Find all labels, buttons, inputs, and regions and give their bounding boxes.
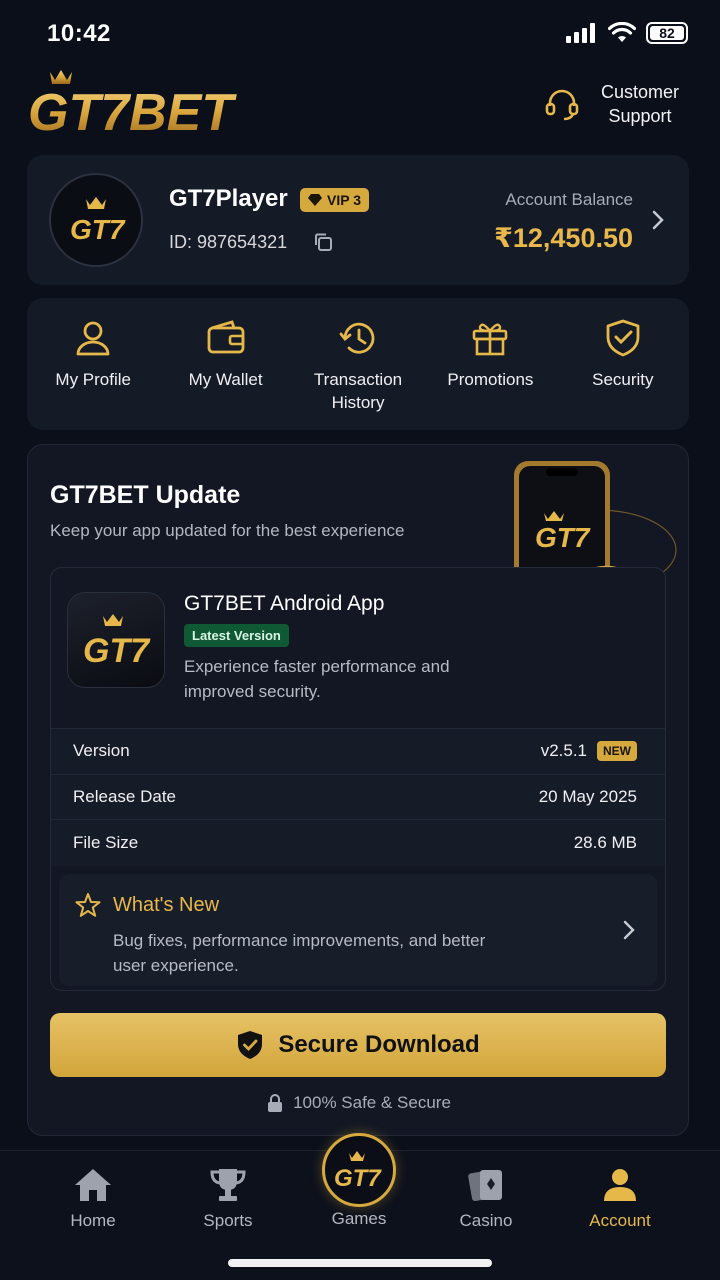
info-label: File Size bbox=[73, 832, 139, 852]
quick-label: My Profile bbox=[55, 370, 131, 389]
version-info-table: Version v2.5.1 NEW Release Date 20 May 2… bbox=[51, 728, 665, 866]
info-label: Release Date bbox=[73, 786, 177, 806]
quick-transaction-history[interactable]: Transaction History bbox=[292, 298, 424, 430]
info-row-version: Version v2.5.1 NEW bbox=[51, 729, 665, 775]
safe-secure-note: 100% Safe & Secure bbox=[28, 1093, 690, 1113]
quick-label: Transaction History bbox=[313, 370, 403, 412]
quick-menu: My Profile My Wallet Transaction History… bbox=[27, 298, 689, 430]
quick-label: Security bbox=[592, 370, 654, 389]
secure-download-button[interactable]: Secure Download bbox=[50, 1013, 666, 1077]
home-indicator bbox=[228, 1259, 492, 1267]
quick-promotions[interactable]: Promotions bbox=[424, 298, 556, 430]
status-time: 10:42 bbox=[47, 20, 111, 47]
version-value: v2.5.1 bbox=[540, 741, 587, 761]
download-label: Secure Download bbox=[278, 1031, 480, 1058]
nav-sports[interactable]: Sports bbox=[168, 1167, 288, 1231]
signal-icon bbox=[566, 23, 595, 43]
vip-label: VIP 3 bbox=[327, 192, 361, 208]
shield-check-icon bbox=[238, 1031, 263, 1059]
nav-home[interactable]: Home bbox=[33, 1167, 153, 1231]
svg-text:GT7: GT7 bbox=[70, 214, 126, 245]
whats-new-title: What's New bbox=[113, 894, 220, 916]
gift-icon bbox=[473, 323, 508, 356]
wifi-icon bbox=[608, 22, 636, 42]
avatar: GT7 bbox=[49, 173, 143, 267]
wallet-icon bbox=[207, 320, 245, 354]
battery-icon: 82 bbox=[646, 22, 688, 44]
gt7-avatar-logo: GT7 bbox=[70, 197, 126, 245]
svg-text:GT7: GT7 bbox=[83, 632, 151, 668]
app-header: GT7BET Customer Support bbox=[0, 64, 720, 148]
bottom-navigation: Home Sports GT7 Games Casino Account bbox=[0, 1133, 720, 1280]
gt7bet-logo[interactable]: GT7BET bbox=[28, 66, 238, 138]
user-icon bbox=[76, 321, 110, 356]
app-info-box: GT7 GT7BET Android App Latest Version Ex… bbox=[50, 567, 666, 991]
quick-my-profile[interactable]: My Profile bbox=[27, 298, 159, 430]
lock-icon bbox=[268, 1094, 283, 1112]
app-description: Experience faster performance and improv… bbox=[184, 657, 450, 701]
shield-check-icon bbox=[606, 319, 640, 357]
home-icon bbox=[75, 1169, 111, 1201]
chevron-right-icon[interactable] bbox=[651, 209, 665, 231]
profile-card[interactable]: GT7 GT7Player VIP 3 ID: 987654321 Accoun… bbox=[27, 155, 689, 285]
info-row-file-size: File Size 28.6 MB bbox=[51, 820, 665, 866]
customer-support-label: Customer Support bbox=[600, 82, 680, 126]
headset-icon bbox=[545, 89, 579, 121]
gt7-logo-icon: GT7 bbox=[334, 1151, 382, 1190]
nav-label: Sports bbox=[203, 1211, 253, 1230]
status-bar: 10:42 82 bbox=[0, 0, 720, 64]
nav-label: Casino bbox=[459, 1211, 513, 1230]
app-name: GT7BET Android App bbox=[184, 592, 385, 615]
info-value: 20 May 2025 bbox=[538, 786, 637, 806]
balance-value: ₹12,450.50 bbox=[494, 223, 633, 253]
app-icon: GT7 bbox=[67, 592, 165, 688]
nav-games[interactable]: Games bbox=[299, 1209, 419, 1229]
chevron-right-icon bbox=[623, 920, 635, 940]
svg-text:GT7: GT7 bbox=[334, 1165, 382, 1190]
update-title: GT7BET Update bbox=[50, 481, 241, 509]
copy-icon[interactable] bbox=[313, 232, 333, 252]
info-value: v2.5.1 NEW bbox=[540, 741, 637, 762]
star-icon bbox=[75, 893, 101, 917]
update-card: GT7BET Update Keep your app updated for … bbox=[27, 444, 689, 1136]
customer-support-button[interactable]: Customer Support bbox=[544, 80, 686, 128]
username: GT7Player bbox=[169, 185, 288, 212]
nav-label: Account bbox=[589, 1211, 651, 1230]
whats-new-description: Bug fixes, performance improvements, and… bbox=[113, 931, 486, 975]
nav-label: Home bbox=[70, 1211, 116, 1230]
quick-my-wallet[interactable]: My Wallet bbox=[159, 298, 291, 430]
whats-new-panel[interactable]: What's New Bug fixes, performance improv… bbox=[59, 874, 657, 986]
update-subtitle: Keep your app updated for the best exper… bbox=[50, 521, 405, 540]
latest-version-badge: Latest Version bbox=[184, 624, 289, 647]
nav-label: Games bbox=[331, 1209, 387, 1228]
history-icon bbox=[339, 322, 375, 354]
quick-label: Promotions bbox=[447, 370, 534, 389]
battery-level: 82 bbox=[659, 25, 675, 41]
quick-security[interactable]: Security bbox=[557, 298, 689, 430]
nav-account[interactable]: Account bbox=[560, 1167, 680, 1231]
safe-label: 100% Safe & Secure bbox=[293, 1093, 451, 1112]
new-badge: NEW bbox=[597, 741, 637, 762]
cards-icon bbox=[468, 1170, 502, 1202]
quick-label: My Wallet bbox=[188, 370, 263, 389]
nav-games-button[interactable]: GT7 bbox=[322, 1133, 396, 1207]
info-label: Version bbox=[73, 741, 130, 761]
balance-label: Account Balance bbox=[505, 190, 633, 209]
gt7-app-logo: GT7 bbox=[83, 614, 151, 668]
status-icons: 82 bbox=[566, 22, 688, 44]
info-value: 28.6 MB bbox=[573, 832, 637, 852]
svg-text:GT7: GT7 bbox=[535, 522, 591, 553]
info-row-release-date: Release Date 20 May 2025 bbox=[51, 775, 665, 820]
diamond-icon bbox=[308, 194, 322, 206]
trophy-icon bbox=[210, 1169, 246, 1201]
account-icon bbox=[604, 1169, 636, 1201]
nav-casino[interactable]: Casino bbox=[426, 1167, 546, 1231]
vip-badge: VIP 3 bbox=[300, 188, 369, 212]
user-id: ID: 987654321 bbox=[169, 232, 288, 252]
svg-text:GT7BET: GT7BET bbox=[28, 84, 237, 138]
